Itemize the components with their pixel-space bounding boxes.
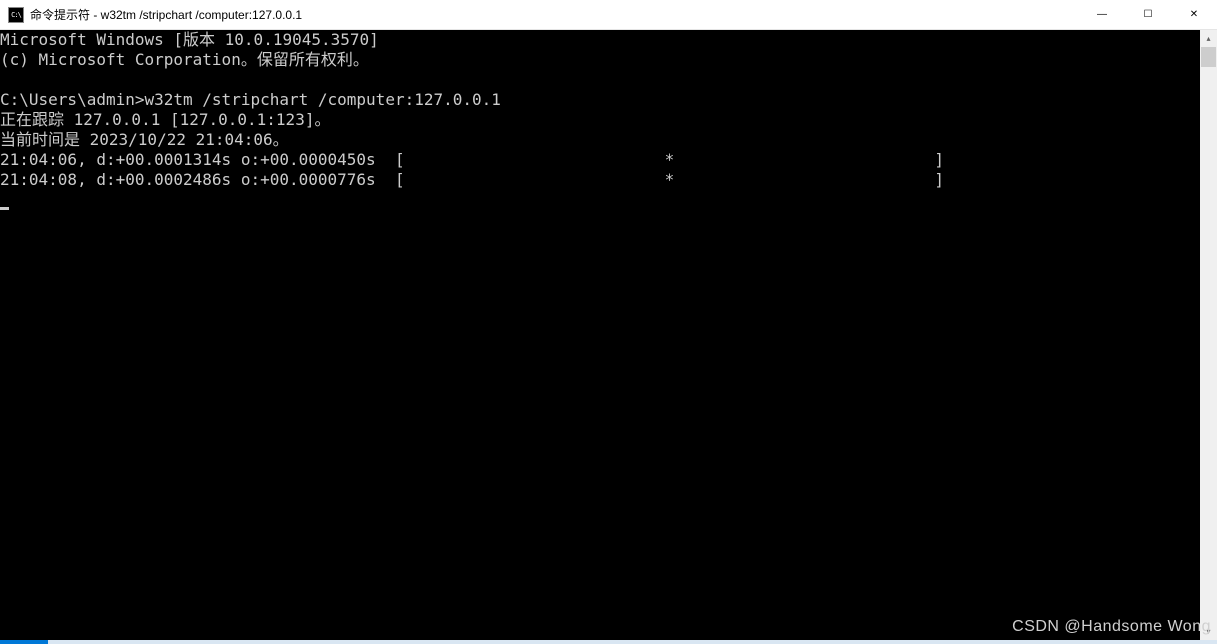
window-titlebar: C:\ 命令提示符 - w32tm /stripchart /computer:… — [0, 0, 1217, 30]
minimize-button[interactable]: — — [1079, 0, 1125, 29]
maximize-button[interactable]: ☐ — [1125, 0, 1171, 29]
console-line: (c) Microsoft Corporation。保留所有权利。 — [0, 50, 369, 69]
console-line: 21:04:06, d:+00.0001314s o:+00.0000450s … — [0, 150, 944, 169]
console-area: Microsoft Windows [版本 10.0.19045.3570] (… — [0, 30, 1217, 640]
scroll-up-arrow-icon[interactable]: ▴ — [1200, 30, 1217, 47]
taskbar — [0, 640, 1217, 644]
console-line: Microsoft Windows [版本 10.0.19045.3570] — [0, 30, 379, 49]
console-output[interactable]: Microsoft Windows [版本 10.0.19045.3570] (… — [0, 30, 1200, 640]
watermark-text: CSDN @Handsome Wong — [1012, 618, 1211, 636]
console-line: 当前时间是 2023/10/22 21:04:06。 — [0, 130, 289, 149]
console-line: C:\Users\admin>w32tm /stripchart /comput… — [0, 90, 501, 109]
console-line: 21:04:08, d:+00.0002486s o:+00.0000776s … — [0, 170, 944, 189]
window-title: 命令提示符 - w32tm /stripchart /computer:127.… — [30, 6, 1079, 23]
taskbar-highlight — [0, 640, 48, 644]
vertical-scrollbar[interactable]: ▴ ▾ — [1200, 30, 1217, 640]
cmd-icon: C:\ — [8, 7, 24, 23]
window-controls: — ☐ ✕ — [1079, 0, 1217, 29]
console-line: 正在跟踪 127.0.0.1 [127.0.0.1:123]。 — [0, 110, 330, 129]
close-button[interactable]: ✕ — [1171, 0, 1217, 29]
text-cursor — [0, 207, 9, 210]
scroll-thumb[interactable] — [1201, 47, 1216, 67]
